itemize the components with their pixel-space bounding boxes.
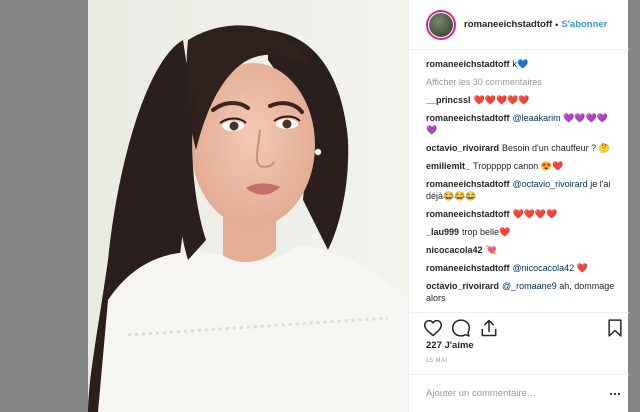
comment-author[interactable]: octavio_rivoirard <box>426 143 499 153</box>
comment-author[interactable]: emiliemlt_ <box>426 161 470 171</box>
comment-text: Troppppp canon 😍❤️ <box>473 161 564 171</box>
comment-item: romaneeichstadtoff @leaakarim 💜💜💜💜💜 <box>426 112 616 136</box>
comment-text: ❤️❤️❤️❤️ <box>512 209 558 219</box>
comment-text: ❤️❤️❤️❤️❤️ <box>473 95 530 105</box>
load-more-comments-button[interactable]: Afficher les 30 commentaires <box>426 76 616 88</box>
comment-item: romaneeichstadtoff @nicocacola42 ❤️ <box>426 262 616 274</box>
more-options-icon[interactable] <box>609 388 621 400</box>
comment-item: romaneeichstadtoff @octavio_rivoirard je … <box>426 178 616 202</box>
comment-text: 💘 <box>485 245 497 255</box>
post-date: 15 MAI <box>426 358 448 364</box>
comment-mention[interactable]: @octavio_rivoirard <box>513 179 588 189</box>
comment-icon[interactable] <box>451 318 471 338</box>
post-photo <box>88 0 408 412</box>
modal-backdrop-right[interactable] <box>628 0 640 412</box>
comment-author[interactable]: __princssl <box>426 95 471 105</box>
comment-author[interactable]: nicocacola42 <box>426 245 483 255</box>
comment-text: ❤️ <box>576 263 588 273</box>
heart-icon[interactable] <box>423 318 443 338</box>
comment-mention[interactable]: @leaakarim <box>513 113 561 123</box>
caption-text: k💙 <box>512 59 529 69</box>
comment-text: Besoin d'un chauffeur ? 🤔 <box>502 143 610 153</box>
comment-author[interactable]: romaneeichstadtoff <box>426 263 510 273</box>
author-username[interactable]: romaneeichstadtoff <box>464 19 552 30</box>
comment-author[interactable]: _lau999 <box>426 227 459 237</box>
comment-author[interactable]: octavio_rivoirard <box>426 281 499 291</box>
caption: romaneeichstadtoff k💙 <box>426 58 616 70</box>
comment-item: romaneeichstadtoff ❤️❤️❤️❤️ <box>426 208 616 220</box>
comment-mention[interactable]: @_romaane9 <box>502 281 557 291</box>
add-comment-bar <box>409 374 629 412</box>
post-details-panel: romaneeichstadtoff • S'abonner romaneeic… <box>408 0 629 412</box>
comment-item: nicocacola42 💘 <box>426 244 616 256</box>
comment-input[interactable] <box>426 388 596 399</box>
share-icon[interactable] <box>479 318 499 338</box>
comment-item: octavio_rivoirard @_romaane9 ah, dommage … <box>426 280 616 304</box>
caption-author[interactable]: romaneeichstadtoff <box>426 59 510 69</box>
post-header: romaneeichstadtoff • S'abonner <box>409 0 629 50</box>
comment-author[interactable]: romaneeichstadtoff <box>426 113 510 123</box>
comment-text: trop belle❤️ <box>462 227 511 237</box>
comment-item: _lau999 trop belle❤️ <box>426 226 616 238</box>
separator-dot: • <box>555 19 559 30</box>
modal-backdrop-left[interactable] <box>0 0 88 412</box>
comments-list[interactable]: romaneeichstadtoff k💙 Afficher les 30 com… <box>426 58 616 308</box>
comment-mention[interactable]: @nicocacola42 <box>513 263 575 273</box>
comment-item: __princssl ❤️❤️❤️❤️❤️ <box>426 94 616 106</box>
action-bar <box>409 312 629 342</box>
bookmark-icon[interactable] <box>605 318 625 338</box>
comment-item: emiliemlt_ Troppppp canon 😍❤️ <box>426 160 616 172</box>
follow-button[interactable]: S'abonner <box>561 19 607 30</box>
comment-item: octavio_rivoirard Besoin d'un chauffeur ?… <box>426 142 616 154</box>
likes-count[interactable]: 227 J'aime <box>426 340 474 351</box>
avatar[interactable] <box>426 9 456 40</box>
comment-author[interactable]: romaneeichstadtoff <box>426 179 510 189</box>
comment-author[interactable]: romaneeichstadtoff <box>426 209 510 219</box>
